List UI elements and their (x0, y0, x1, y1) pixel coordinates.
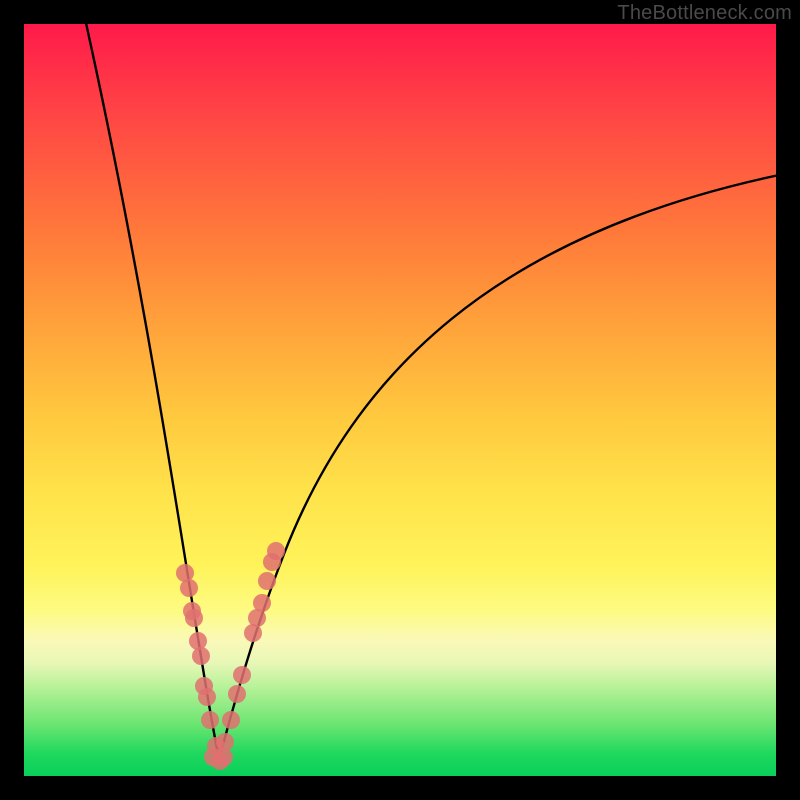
curve-right-branch (219, 174, 776, 759)
scatter-dots-bottom (204, 748, 233, 770)
watermark-text: TheBottleneck.com (617, 2, 792, 25)
scatter-dots-left (176, 564, 225, 755)
bottleneck-curve-svg (24, 24, 776, 776)
chart-plot-area (24, 24, 776, 776)
